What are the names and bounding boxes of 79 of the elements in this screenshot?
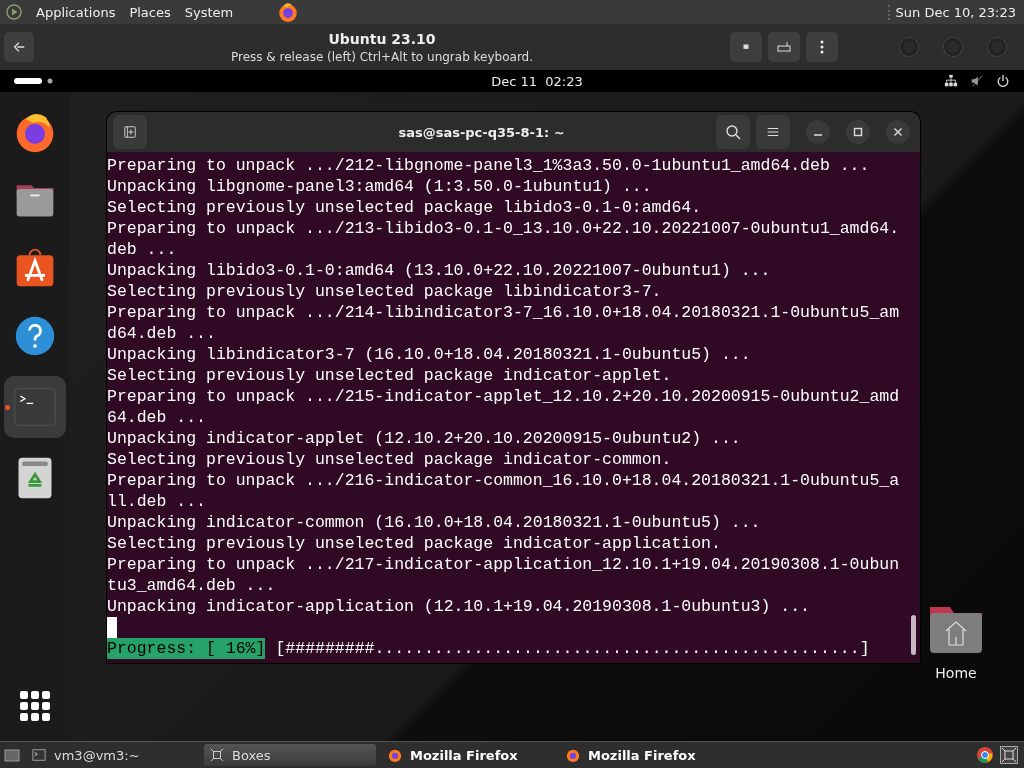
minimize-icon <box>814 134 822 136</box>
text-cursor <box>107 617 117 638</box>
help-icon <box>13 314 57 358</box>
terminal-line: Unpacking libindicator3-7 (16.10.0+18.04.20180321.1-0ubuntu5) ... <box>107 344 752 365</box>
desktop-icon[interactable] <box>4 747 20 763</box>
new-tab-button[interactable] <box>113 115 147 149</box>
terminal-icon <box>13 385 57 429</box>
terminal-line: Unpacking indicator-common (16.10.0+18.04.20180321.1-0ubuntu5) ... <box>107 512 762 533</box>
terminal-line: Selecting previously unselected package libindicator3-7. <box>107 281 663 302</box>
close-icon <box>893 127 903 137</box>
search-button[interactable] <box>716 115 750 149</box>
activities-indicator-icon[interactable] <box>14 77 54 85</box>
menu-icon <box>766 125 780 139</box>
power-icon[interactable] <box>996 74 1010 88</box>
terminal-icon <box>32 748 46 762</box>
gnome-clock[interactable]: Dec 11 02:23 <box>54 73 930 89</box>
maximize-button[interactable] <box>846 120 870 144</box>
terminal-line: ll.deb ... <box>107 491 208 512</box>
terminal-line: 64.deb ... <box>107 407 208 428</box>
panel-clock: Sun Dec 10, 23:23 <box>887 4 1016 20</box>
taskbar-item[interactable]: Mozilla Firefox <box>382 744 554 766</box>
terminal-line: Unpacking indicator-application (12.10.1+19.04.20190308.1-0ubuntu3) ... <box>107 596 811 617</box>
terminal-line: deb ... <box>107 239 178 260</box>
new-tab-icon <box>123 125 137 139</box>
firefox-icon <box>566 748 580 762</box>
maximize-icon <box>853 127 863 137</box>
terminal-line: Preparing to unpack .../213-libido3-0.1-0_13.10.0+22.10.20221007-0ubuntu1_amd64. <box>107 218 901 239</box>
progress-bar-text: [#########.................................................] <box>275 638 870 659</box>
terminal-line: tu3_amd64.deb ... <box>107 575 277 596</box>
firefox-icon <box>388 748 402 762</box>
keyboard-button[interactable] <box>768 32 800 62</box>
home-folder-icon[interactable] <box>928 605 984 655</box>
terminal-line: Unpacking libido3-0.1-0:amd64 (13.10.0+22.10.20221007-0ubuntu1) ... <box>107 260 772 281</box>
desktop-icon-label[interactable]: Home <box>935 665 977 681</box>
taskbar-item[interactable]: vm3@vm3:~ <box>26 744 198 766</box>
back-button[interactable] <box>4 32 34 62</box>
menu-button[interactable] <box>756 115 790 149</box>
terminal-line: Selecting previously unselected package indicator-application. <box>107 533 722 554</box>
taskbar-label: Mozilla Firefox <box>410 747 518 763</box>
taskbar-label: Mozilla Firefox <box>588 747 696 763</box>
taskbar-item[interactable]: Boxes <box>204 744 376 766</box>
app-grid-icon[interactable] <box>20 691 50 721</box>
panel-menu[interactable]: System <box>184 4 234 20</box>
progress-label: Progress: [ 16%] <box>107 638 266 659</box>
terminal-line: Selecting previously unselected package indicator-common. <box>107 449 673 470</box>
ungrab-hint: Press & release (left) Ctrl+Alt to ungrab keyboard. <box>230 49 534 64</box>
boxes-icon <box>210 748 224 762</box>
terminal-line: Preparing to unpack .../214-libindicator3-7_16.10.0+18.04.20180321.1-0ubuntu5_am <box>107 302 901 323</box>
play-logo-icon <box>6 4 22 20</box>
terminal-line: Unpacking indicator-applet (12.10.2+20.10.20200915-0ubuntu2) ... <box>107 428 742 449</box>
terminal-line: Preparing to unpack .../212-libgnome-panel3_1%3a3.50.0-1ubuntu1_amd64.deb ... <box>107 155 871 176</box>
terminal-line: Preparing to unpack .../216-indicator-common_16.10.0+18.04.20180321.1-0ubuntu5_a <box>107 470 901 491</box>
terminal-line: d64.deb ... <box>107 323 217 344</box>
vm-title: Ubuntu 23.10 <box>328 30 436 47</box>
network-icon[interactable] <box>944 74 958 88</box>
panel-menu[interactable]: Places <box>129 4 171 20</box>
muted-speaker-icon[interactable] <box>970 74 984 88</box>
display-button[interactable] <box>730 32 762 62</box>
terminal-line: Selecting previously unselected package libido3-0.1-0:amd64. <box>107 197 703 218</box>
back-arrow-icon <box>12 40 26 54</box>
terminal-line: Preparing to unpack .../215-indicator-applet_12.10.2+20.10.20200915-0ubuntu2_amd <box>107 386 901 407</box>
terminal-line: Unpacking libgnome-panel3:amd64 (1:3.50.0-1ubuntu1) ... <box>107 176 653 197</box>
terminal-line: Selecting previously unselected package indicator-applet. <box>107 365 673 386</box>
panel-menu[interactable]: Applications <box>36 4 116 20</box>
minimize-button[interactable] <box>806 120 830 144</box>
close-button[interactable] <box>886 120 910 144</box>
keyboard-icon <box>776 39 792 55</box>
terminal-title: sas@sas-pc-q35-8-1: ~ <box>397 124 566 140</box>
taskbar-item[interactable]: Mozilla Firefox <box>560 744 732 766</box>
boxes-icon[interactable] <box>1000 746 1018 764</box>
scrollbar[interactable] <box>911 615 916 655</box>
taskbar-label: Boxes <box>232 747 271 763</box>
terminal-line: Preparing to unpack .../217-indicator-application_12.10.1+19.04.20190308.1-0ubun <box>107 554 901 575</box>
taskbar-label: vm3@vm3:~ <box>54 747 140 763</box>
menu-button[interactable] <box>806 32 838 62</box>
running-dot <box>5 405 10 410</box>
search-icon <box>725 124 741 140</box>
firefox-icon[interactable] <box>277 1 300 23</box>
chrome-icon[interactable] <box>976 746 994 764</box>
